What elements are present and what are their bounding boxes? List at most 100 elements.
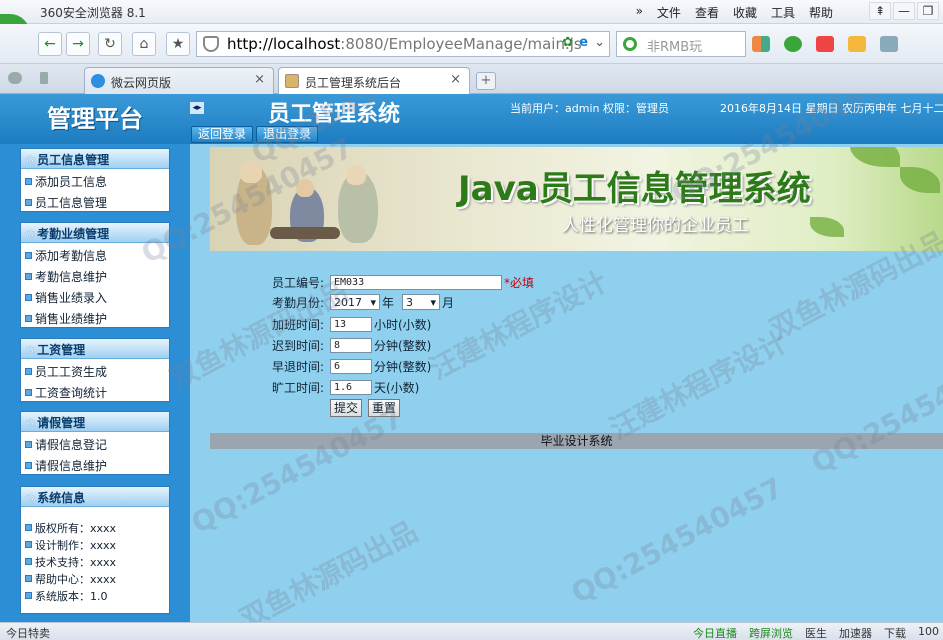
phone-icon[interactable] bbox=[40, 72, 48, 84]
cloud-icon[interactable] bbox=[8, 72, 22, 84]
menu-item-register-leave[interactable]: 请假信息登记 bbox=[21, 432, 169, 453]
absence-label: 旷工时间: bbox=[272, 380, 325, 395]
month-select[interactable]: 3 ▾ bbox=[402, 294, 441, 310]
reset-button[interactable]: 重置 bbox=[368, 399, 401, 417]
address-host: http://localhost bbox=[227, 35, 341, 53]
window-controls: ⇞ — ❐ bbox=[869, 2, 939, 20]
screenshot-icon[interactable] bbox=[880, 36, 898, 52]
dropdown-chevron-icon[interactable]: ⌄ bbox=[594, 35, 605, 50]
search-box[interactable]: 非RMB玩 bbox=[616, 31, 746, 57]
menu-section-title: ✩ 考勤业绩管理 bbox=[21, 223, 169, 243]
translate-icon[interactable] bbox=[816, 36, 834, 52]
bullet-icon bbox=[25, 592, 32, 599]
menu-item-label: 请假信息维护 bbox=[35, 458, 108, 473]
early-leave-label: 早退时间: bbox=[272, 359, 325, 374]
status-download[interactable]: 下载 bbox=[884, 625, 906, 640]
section-title-text: 请假管理 bbox=[37, 416, 86, 430]
bullet-icon bbox=[25, 388, 32, 396]
menu-section-title: ✩ 员工信息管理 bbox=[21, 149, 169, 169]
late-input[interactable]: 8 bbox=[330, 337, 372, 353]
star-icon: ✩ bbox=[25, 153, 36, 167]
tab-employee-admin[interactable]: 员工管理系统后台 × bbox=[278, 67, 470, 94]
watermark: QQ:254540457 bbox=[185, 400, 409, 541]
new-tab-button[interactable]: + bbox=[476, 72, 496, 90]
tab-weiyun[interactable]: 微云网页版 × bbox=[84, 67, 274, 94]
address-bar[interactable]: http://localhost:8080/EmployeeManage/mai… bbox=[196, 31, 610, 57]
menu-tools[interactable]: 工具 bbox=[771, 4, 795, 21]
section-title-text: 工资管理 bbox=[37, 343, 86, 357]
section-title-text: 考勤业绩管理 bbox=[37, 227, 110, 241]
menu-item-generate-salary[interactable]: 员工工资生成 bbox=[21, 359, 169, 380]
menu-file[interactable]: 文件 bbox=[657, 4, 681, 21]
maximize-button[interactable]: ❐ bbox=[917, 2, 939, 20]
info-support: 技术支持：xxxx bbox=[21, 553, 169, 570]
dropdown-arrow-icon: ▾ bbox=[430, 295, 437, 309]
employee-number-input[interactable]: EM033 bbox=[330, 274, 502, 290]
bullet-icon bbox=[25, 524, 32, 531]
tab-bar-left-icons bbox=[8, 72, 48, 84]
employee-number-label: 员工编号: bbox=[272, 275, 325, 290]
status-cross-screen[interactable]: 跨屏浏览 bbox=[749, 625, 793, 640]
skin-button[interactable]: ⇞ bbox=[869, 2, 891, 20]
year-select[interactable]: 2017 ▾ bbox=[330, 294, 380, 310]
star-icon: ✩ bbox=[25, 491, 36, 505]
menu-item-manage-employee[interactable]: 员工信息管理 bbox=[21, 190, 169, 211]
sidebar-toggle-icon[interactable]: ◂▸ bbox=[190, 102, 204, 114]
zoom-level[interactable]: 100 bbox=[918, 625, 939, 640]
ie-icon[interactable]: e bbox=[579, 35, 588, 50]
tab-bar: 微云网页版 × 员工管理系统后台 × + bbox=[0, 64, 943, 94]
double-chevron-icon[interactable]: » bbox=[636, 4, 643, 21]
menu-item-label: 工资查询统计 bbox=[35, 385, 108, 400]
bullet-icon bbox=[25, 314, 32, 322]
status-accelerator[interactable]: 加速器 bbox=[839, 625, 872, 640]
close-icon[interactable]: × bbox=[254, 72, 265, 87]
bullet-icon bbox=[25, 198, 32, 206]
menu-favorites[interactable]: 收藏 bbox=[733, 4, 757, 21]
menu-item-maintain-attendance[interactable]: 考勤信息维护 bbox=[21, 264, 169, 285]
submit-button[interactable]: 提交 bbox=[330, 399, 363, 417]
row-actions: 提交 重置 bbox=[330, 398, 401, 418]
info-text: 系统版本：1.0 bbox=[35, 589, 108, 603]
row-employee-number: 员工编号: EM033 *必填 bbox=[272, 272, 534, 292]
menu-item-add-employee[interactable]: 添加员工信息 bbox=[21, 169, 169, 190]
star-icon[interactable]: ★ bbox=[166, 32, 190, 56]
status-live[interactable]: 今日直播 bbox=[693, 625, 737, 640]
security-icon[interactable] bbox=[784, 36, 802, 52]
refresh-icon[interactable]: ↻ bbox=[98, 32, 122, 56]
apps-grid-icon[interactable] bbox=[752, 36, 770, 52]
banner-subtitle: 人性化管理你的企业员工 bbox=[562, 216, 749, 236]
minimize-button[interactable]: — bbox=[893, 2, 915, 20]
status-doctor[interactable]: 医生 bbox=[805, 625, 827, 640]
early-leave-input[interactable]: 6 bbox=[330, 358, 372, 374]
absence-unit: 天(小数) bbox=[374, 380, 420, 395]
sync-icon[interactable]: ✿ bbox=[562, 35, 573, 50]
menu-item-maintain-leave[interactable]: 请假信息维护 bbox=[21, 453, 169, 474]
close-icon[interactable]: × bbox=[450, 72, 461, 87]
menu-item-add-attendance[interactable]: 添加考勤信息 bbox=[21, 243, 169, 264]
overtime-label: 加班时间: bbox=[272, 317, 325, 332]
bullet-icon bbox=[25, 251, 32, 259]
back-login-button[interactable]: 返回登录 bbox=[191, 126, 254, 143]
folder-icon[interactable] bbox=[848, 36, 866, 52]
forward-arrow-icon[interactable]: → bbox=[66, 32, 90, 56]
menu-item-salary-stats[interactable]: 工资查询统计 bbox=[21, 380, 169, 401]
menu-help[interactable]: 帮助 bbox=[809, 4, 833, 21]
month-label: 考勤月份: bbox=[272, 295, 325, 310]
menu-item-label: 考勤信息维护 bbox=[35, 269, 108, 284]
absence-input[interactable]: 1.6 bbox=[330, 379, 372, 395]
page-icon bbox=[285, 74, 299, 88]
menu-employee-info: ✩ 员工信息管理 添加员工信息 员工信息管理 bbox=[20, 148, 170, 212]
menu-item-label: 员工工资生成 bbox=[35, 364, 108, 379]
menu-view[interactable]: 查看 bbox=[695, 4, 719, 21]
toolbar-icons bbox=[752, 36, 898, 52]
menu-item-enter-sales[interactable]: 销售业绩录入 bbox=[21, 285, 169, 306]
info-design: 设计制作：xxxx bbox=[21, 536, 169, 553]
bullet-icon bbox=[25, 177, 32, 185]
back-arrow-icon[interactable]: ← bbox=[38, 32, 62, 56]
menu-item-maintain-sales[interactable]: 销售业绩维护 bbox=[21, 306, 169, 327]
status-today-deals[interactable]: 今日特卖 bbox=[6, 625, 50, 640]
home-icon[interactable]: ⌂ bbox=[132, 32, 156, 56]
browser-nav-bar: ← → ↻ ⌂ ★ http://localhost:8080/Employee… bbox=[0, 24, 943, 64]
overtime-input[interactable]: 13 bbox=[330, 316, 372, 332]
logout-button[interactable]: 退出登录 bbox=[256, 126, 319, 143]
